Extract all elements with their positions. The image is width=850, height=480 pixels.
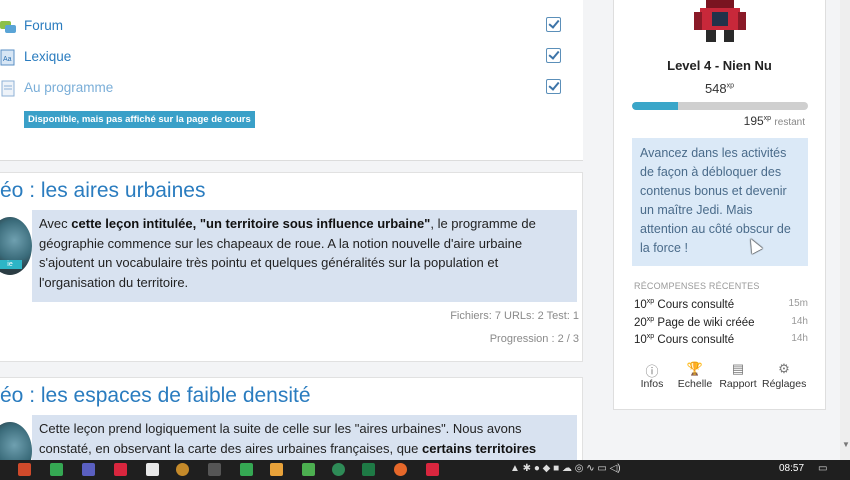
- activity-lexique[interactable]: Aa Lexique: [0, 47, 570, 69]
- activity-lexique-label[interactable]: Lexique: [24, 49, 71, 64]
- lesson-summary: Avec cette leçon intitulée, "un territoi…: [32, 210, 577, 302]
- notifications-icon[interactable]: ▭: [818, 463, 827, 474]
- svg-text:Aa: Aa: [3, 56, 12, 63]
- activity-au-programme-label[interactable]: Au programme: [24, 80, 113, 95]
- level-progress-bar: [632, 102, 808, 110]
- rewards-title: RÉCOMPENSES RÉCENTES: [634, 281, 760, 291]
- reward-item: 20xp Page de wiki créée 14h: [634, 316, 808, 329]
- lesson-card: éo : les aires urbaines ie Avec cette le…: [0, 172, 583, 362]
- completion-checkbox[interactable]: [546, 79, 561, 94]
- app-gray-icon[interactable]: [208, 463, 221, 476]
- level-up-block: Level 4 - Nien Nu 548xp 195xp restant Av…: [613, 0, 826, 410]
- reward-item: 10xp Cours consulté 14h: [634, 333, 808, 346]
- report-icon: ▤: [731, 361, 745, 376]
- xp-remaining: 195xp restant: [743, 114, 805, 128]
- page-scrollbar[interactable]: ▼: [840, 0, 850, 460]
- gear-icon: ⚙: [778, 361, 790, 376]
- tool-infos[interactable]: ⓘ Infos: [634, 361, 670, 390]
- level-title: Level 4 - Nien Nu: [667, 58, 772, 73]
- lesson-title[interactable]: éo : les espaces de faible densité: [0, 384, 311, 408]
- app-orange-icon[interactable]: [270, 463, 283, 476]
- app-active-icon[interactable]: [426, 463, 439, 476]
- firefox-icon[interactable]: [394, 463, 407, 476]
- avatar-tag: ie: [0, 260, 22, 269]
- chat-icon[interactable]: [146, 463, 159, 476]
- level-info-text: Avancez dans les activités de façon à dé…: [632, 138, 808, 266]
- trophy-icon: 🏆: [686, 361, 704, 376]
- activity-forum-label[interactable]: Forum: [24, 18, 63, 33]
- lesson-summary: Cette leçon prend logiquement la suite d…: [32, 415, 577, 475]
- app-circle-icon[interactable]: [332, 463, 345, 476]
- tray-icons[interactable]: ▲ ✱ ● ◆ ■ ☁ ◎ ∿ ▭ ◁): [510, 463, 621, 474]
- scroll-down-icon[interactable]: ▼: [842, 440, 850, 454]
- forum-icon: [0, 21, 16, 33]
- info-icon: ⓘ: [645, 364, 659, 379]
- lesson-stats: Fichiers: 7 URLs: 2 Test: 1: [450, 310, 579, 322]
- powerpoint-icon[interactable]: [18, 463, 31, 476]
- app-red-icon[interactable]: [114, 463, 127, 476]
- lesson-title[interactable]: éo : les aires urbaines: [0, 179, 205, 203]
- glossary-icon: Aa: [0, 49, 15, 66]
- course-content: Forum Aa Lexique Au programme Disponible…: [0, 0, 598, 480]
- availability-badge: Disponible, mais pas affiché sur la page…: [24, 111, 255, 128]
- gimp-icon[interactable]: [176, 463, 189, 476]
- taskbar: ▲ ✱ ● ◆ ■ ☁ ◎ ∿ ▭ ◁) 08:57 ▭: [0, 460, 850, 480]
- app-green-icon[interactable]: [240, 463, 253, 476]
- clock[interactable]: 08:57: [779, 463, 804, 474]
- completion-checkbox[interactable]: [546, 17, 561, 32]
- activity-forum[interactable]: Forum: [0, 16, 570, 38]
- tool-reglages[interactable]: ⚙ Réglages: [762, 361, 806, 390]
- app-green-icon[interactable]: [50, 463, 63, 476]
- page-icon: [1, 80, 15, 97]
- lesson-card: éo : les espaces de faible densité Cette…: [0, 377, 583, 480]
- excel-icon[interactable]: [362, 463, 375, 476]
- tool-echelle[interactable]: 🏆 Echelle: [674, 361, 716, 390]
- tool-rapport[interactable]: ▤ Rapport: [718, 361, 758, 390]
- xp-total: 548xp: [704, 81, 735, 96]
- activities-section: Forum Aa Lexique Au programme Disponible…: [0, 0, 583, 161]
- lesson-progress: Progression : 2 / 3: [489, 333, 579, 345]
- app-purple-icon[interactable]: [82, 463, 95, 476]
- level-avatar-icon: [694, 0, 746, 42]
- avatar: ie: [0, 217, 32, 275]
- completion-checkbox[interactable]: [546, 48, 561, 63]
- reward-item: 10xp Cours consulté 15m: [634, 298, 808, 311]
- activity-au-programme[interactable]: Au programme: [0, 78, 570, 100]
- level-progress-fill: [632, 102, 678, 110]
- app-sheet-icon[interactable]: [302, 463, 315, 476]
